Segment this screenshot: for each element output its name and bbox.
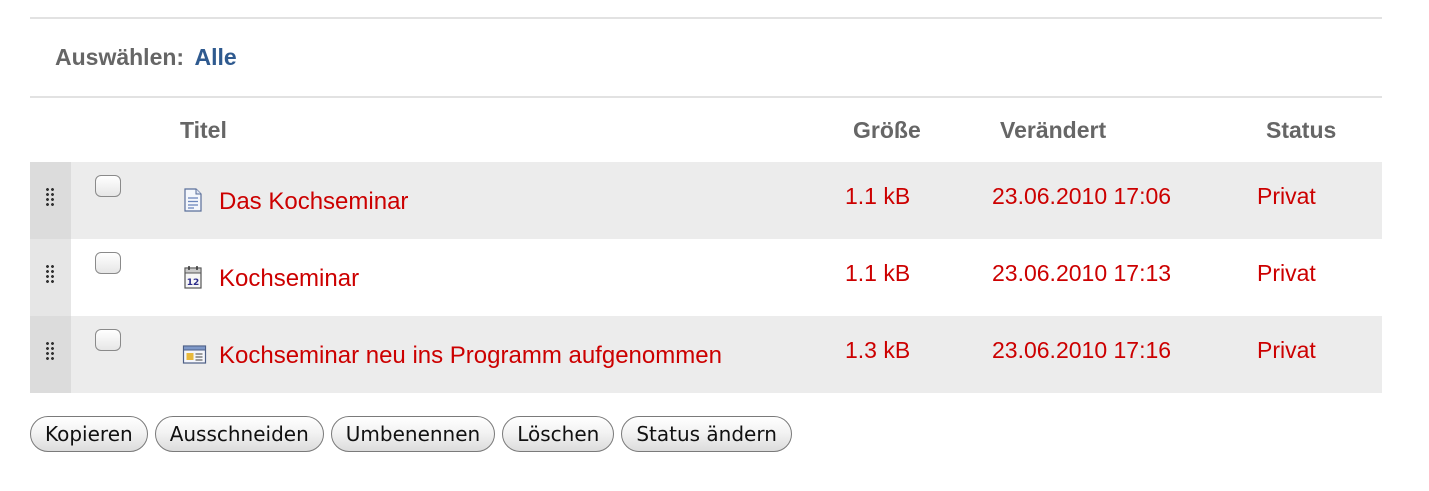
select-all-link[interactable]: Alle <box>194 44 236 70</box>
event-calendar-icon: 12 <box>184 266 202 289</box>
table-header: Titel Größe Verändert Status <box>30 100 1382 162</box>
row-select-checkbox[interactable] <box>95 252 121 274</box>
row-select-checkbox[interactable] <box>95 329 121 351</box>
item-modified: 23.06.2010 17:06 <box>992 183 1172 209</box>
drag-handle[interactable] <box>30 162 71 239</box>
item-title-link[interactable]: Kochseminar neu ins Programm aufgenommen <box>219 342 722 370</box>
column-header-modified[interactable]: Verändert <box>1000 117 1106 144</box>
item-title-link[interactable]: Kochseminar <box>219 265 359 293</box>
item-status: Privat <box>1257 260 1316 286</box>
table-row: Kochseminar neu ins Programm aufgenommen… <box>30 316 1382 393</box>
news-item-icon <box>182 345 207 364</box>
item-status: Privat <box>1257 183 1316 209</box>
svg-text:12: 12 <box>187 278 200 288</box>
column-header-status[interactable]: Status <box>1266 117 1336 144</box>
drag-dots-icon <box>45 264 55 284</box>
change-status-button[interactable]: Status ändern <box>621 416 792 452</box>
item-modified: 23.06.2010 17:16 <box>992 337 1172 363</box>
table-row: Das Kochseminar 1.1 kB 23.06.2010 17:06 … <box>30 162 1382 239</box>
item-modified: 23.06.2010 17:13 <box>992 260 1172 286</box>
item-size: 1.3 kB <box>845 337 911 363</box>
cut-button[interactable]: Ausschneiden <box>154 416 324 452</box>
select-label: Auswählen: <box>55 44 185 70</box>
drag-dots-icon <box>45 341 55 361</box>
row-select-checkbox[interactable] <box>95 175 121 197</box>
drag-handle[interactable] <box>30 316 71 393</box>
drag-dots-icon <box>45 187 55 207</box>
item-title-link[interactable]: Das Kochseminar <box>219 188 408 216</box>
item-status: Privat <box>1257 337 1316 363</box>
item-size: 1.1 kB <box>845 260 911 286</box>
document-icon <box>184 188 202 212</box>
rename-button[interactable]: Umbenennen <box>330 416 496 452</box>
item-size: 1.1 kB <box>845 183 911 209</box>
drag-handle[interactable] <box>30 239 71 316</box>
select-bar: Auswählen: Alle <box>55 44 237 71</box>
top-divider <box>30 17 1382 19</box>
table-row: 12 Kochseminar 1.1 kB 23.06.2010 17:13 P… <box>30 239 1382 316</box>
column-header-size[interactable]: Größe <box>853 117 921 144</box>
column-header-title[interactable]: Titel <box>180 117 227 144</box>
copy-button[interactable]: Kopieren <box>30 416 148 452</box>
header-divider <box>30 96 1382 98</box>
action-buttons: Kopieren Ausschneiden Umbenennen Löschen… <box>30 416 792 452</box>
delete-button[interactable]: Löschen <box>502 416 615 452</box>
folder-contents-table: Titel Größe Verändert Status Das Kochsem… <box>30 100 1382 393</box>
